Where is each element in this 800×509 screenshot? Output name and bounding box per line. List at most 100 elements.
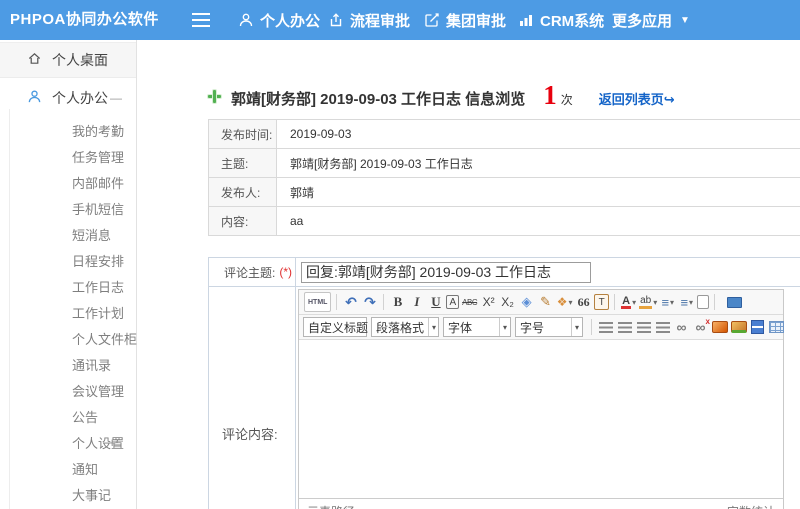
sidebar-item-contacts[interactable]: 通讯录 bbox=[0, 351, 136, 377]
table-row: 内容: aa bbox=[209, 207, 800, 236]
comment-content-row: 评论内容: HTML ↶ ↷ B I U A ABC X² X₂ ◈ ✎ ❖ ▾… bbox=[209, 287, 800, 509]
sidebar-group-personal-office[interactable]: 个人办公 — bbox=[0, 84, 136, 112]
italic-button[interactable]: I bbox=[408, 292, 425, 312]
hamburger-menu-icon[interactable] bbox=[192, 13, 210, 27]
caret-down-icon: ▾ bbox=[570, 318, 582, 336]
table-row: 主题: 郭靖[财务部] 2019-09-03 工作日志 bbox=[209, 149, 800, 178]
editor-content-area[interactable] bbox=[299, 340, 783, 498]
nav-group-approval[interactable]: 集团审批 bbox=[424, 0, 506, 40]
font-color-button[interactable]: A ▾ bbox=[620, 292, 637, 312]
caret-down-icon: ▾ bbox=[428, 318, 439, 336]
align-center-icon[interactable] bbox=[616, 317, 633, 337]
view-count: 1 bbox=[543, 80, 557, 110]
nav-more-apps[interactable]: 更多应用 ▼ bbox=[612, 0, 690, 40]
remove-link-icon[interactable]: ∞ x bbox=[692, 317, 711, 337]
html-source-button[interactable]: HTML bbox=[304, 292, 332, 312]
sidebar-item-meeting-management[interactable]: 会议管理 bbox=[0, 377, 136, 403]
fullscreen-monitor-icon[interactable] bbox=[727, 296, 743, 308]
paragraph-format-dropdown[interactable]: 段落格式 ▾ bbox=[371, 317, 439, 337]
sidebar-item-personal-settings[interactable]: 个人设置 + bbox=[0, 429, 136, 455]
expand-plus-icon[interactable]: + bbox=[108, 435, 116, 450]
sidebar-item-personal-cabinet[interactable]: 个人文件柜 bbox=[0, 325, 137, 351]
nav-workflow-approval[interactable]: 流程审批 bbox=[328, 0, 410, 40]
toolbar-separator bbox=[714, 294, 716, 310]
nav-personal-office[interactable]: 个人办公 bbox=[238, 0, 320, 40]
paste-from-word-button[interactable]: T bbox=[594, 294, 610, 310]
superscript-button[interactable]: X² bbox=[480, 292, 497, 312]
editor-status-bar: 元素路径: 字数统计 bbox=[299, 498, 783, 509]
sidebar-item-my-attendance[interactable]: 我的考勤 bbox=[0, 117, 136, 143]
clear-format-eraser-button[interactable]: ◈ bbox=[518, 292, 535, 312]
comment-form-table: 评论主题: (*) 评论内容: HTML ↶ ↷ bbox=[208, 257, 800, 509]
toolbar-separator bbox=[591, 319, 592, 335]
bold-button[interactable]: B bbox=[389, 292, 406, 312]
sidebar-item-mobile-sms[interactable]: 手机短信 bbox=[0, 195, 136, 221]
insert-video-icon[interactable] bbox=[749, 317, 766, 337]
rich-text-editor: HTML ↶ ↷ B I U A ABC X² X₂ ◈ ✎ ❖ ▾ 66 T … bbox=[298, 289, 784, 509]
home-icon bbox=[27, 51, 42, 69]
undo-button[interactable]: ↶ bbox=[342, 292, 359, 312]
back-to-list-link[interactable]: 返回列表页↪ bbox=[599, 89, 675, 108]
user-icon bbox=[238, 12, 254, 28]
subscript-button[interactable]: X₂ bbox=[499, 292, 516, 312]
caret-down-icon: ▾ bbox=[689, 297, 694, 307]
word-count-label[interactable]: 字数统计 bbox=[727, 503, 775, 509]
log-detail-table: 发布时间: 2019-09-03 主题: 郭靖[财务部] 2019-09-03 … bbox=[208, 119, 800, 236]
subject-value: 郭靖[财务部] 2019-09-03 工作日志 bbox=[290, 156, 473, 171]
comment-subject-field bbox=[296, 258, 591, 286]
comment-subject-input[interactable] bbox=[301, 261, 591, 283]
insert-image-icon[interactable] bbox=[711, 317, 728, 337]
custom-title-dropdown[interactable]: 自定义标题▾ bbox=[303, 317, 380, 337]
underline-button[interactable]: U bbox=[427, 292, 444, 312]
ordered-list-button[interactable]: ≡ ▾ bbox=[659, 292, 676, 312]
new-document-icon[interactable] bbox=[697, 295, 710, 309]
sidebar-item-task-management[interactable]: 任务管理 bbox=[0, 143, 136, 169]
format-painter-button[interactable]: ✎ bbox=[537, 292, 554, 312]
publisher-value: 郭靖 bbox=[290, 185, 315, 200]
insert-link-icon[interactable]: ∞ bbox=[673, 317, 690, 337]
auto-typeset-button[interactable]: ❖ ▾ bbox=[556, 292, 573, 312]
caret-down-icon: ▾ bbox=[498, 318, 510, 336]
font-size-dropdown[interactable]: 字号 ▾ bbox=[515, 317, 583, 337]
redo-button[interactable]: ↷ bbox=[361, 292, 378, 312]
align-justify-icon[interactable] bbox=[654, 317, 671, 337]
table-row: 发布时间: 2019-09-03 bbox=[209, 120, 800, 149]
sidebar: 个人桌面 个人办公 — 我的考勤 任务管理 内部邮件 手机短信 短消息 日程安排… bbox=[0, 40, 137, 509]
screenshot-icon[interactable] bbox=[730, 317, 747, 337]
collapse-icon[interactable]: — bbox=[110, 91, 122, 105]
sidebar-item-personal-desktop[interactable]: 个人桌面 bbox=[0, 42, 136, 78]
sidebar-item-schedule[interactable]: 日程安排 bbox=[0, 247, 136, 273]
nav-crm-system[interactable]: CRM系统 bbox=[518, 0, 604, 40]
toolbar-separator bbox=[336, 294, 338, 310]
blockquote-button[interactable]: 66 bbox=[575, 292, 592, 312]
sidebar-item-internal-mail[interactable]: 内部邮件 bbox=[0, 169, 136, 195]
sidebar-item-short-message[interactable]: 短消息 bbox=[0, 221, 136, 247]
app-logo: PHPOA协同办公软件 bbox=[10, 11, 159, 28]
sidebar-item-work-plan[interactable]: 工作计划 bbox=[0, 299, 136, 325]
sidebar-submenu: 我的考勤 任务管理 内部邮件 手机短信 短消息 日程安排 工作日志 工作计划 个… bbox=[0, 109, 137, 509]
align-left-icon[interactable] bbox=[597, 317, 614, 337]
comment-subject-row: 评论主题: (*) bbox=[209, 258, 800, 287]
sidebar-item-announcement[interactable]: 公告 bbox=[0, 403, 136, 429]
edit-pencil-icon bbox=[424, 12, 440, 28]
strikethrough-button[interactable]: ABC bbox=[461, 292, 478, 312]
sidebar-item-work-log[interactable]: 工作日志 bbox=[0, 273, 136, 299]
sidebar-item-notification[interactable]: 通知 bbox=[0, 455, 136, 481]
content-label: 内容: bbox=[209, 207, 277, 235]
caret-down-icon: ▾ bbox=[632, 297, 637, 307]
comment-subject-label: 评论主题: (*) bbox=[209, 258, 296, 286]
editor-toolbar-row2: 自定义标题▾ 段落格式▾ 字体▾ 字号▾ ∞ ∞x bbox=[299, 315, 785, 340]
character-border-button[interactable]: A bbox=[446, 295, 460, 309]
sidebar-item-major-events[interactable]: 大事记 bbox=[0, 481, 136, 507]
subject-label: 主题: bbox=[209, 149, 277, 177]
align-right-icon[interactable] bbox=[635, 317, 652, 337]
required-mark: (*) bbox=[279, 265, 293, 279]
caret-down-icon: ▾ bbox=[653, 297, 658, 307]
page-title-row: 郭靖[财务部] 2019-09-03 工作日志 信息浏览 1 次 返回列表页↪ bbox=[208, 80, 675, 111]
publisher-label: 发布人: bbox=[209, 178, 277, 206]
highlight-color-button[interactable]: ab ▾ bbox=[639, 292, 657, 312]
unordered-list-button[interactable]: ≡ ▾ bbox=[678, 292, 695, 312]
insert-table-icon[interactable] bbox=[768, 317, 785, 337]
font-family-dropdown[interactable]: 字体 ▾ bbox=[443, 317, 511, 337]
main-content: 郭靖[财务部] 2019-09-03 工作日志 信息浏览 1 次 返回列表页↪ … bbox=[138, 40, 800, 509]
